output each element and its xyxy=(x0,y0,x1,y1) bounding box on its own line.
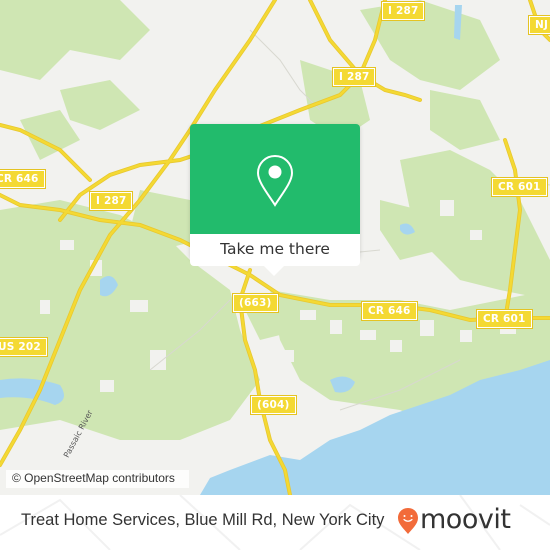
road-label-cr646: CR 646 xyxy=(361,301,418,321)
road-label-663: (663) xyxy=(232,293,279,313)
road-label-i287: I 287 xyxy=(88,191,134,211)
road-label-i287: I 287 xyxy=(331,67,377,87)
road-label-cr601: CR 601 xyxy=(476,309,533,329)
location-popup: Take me there xyxy=(190,124,360,276)
place-title: Treat Home Services, Blue Mill Rd, New Y… xyxy=(21,511,385,529)
road-label-i287: I 287 xyxy=(380,1,426,21)
road-label-us202: US 202 xyxy=(0,337,48,357)
moovit-pin-icon xyxy=(398,508,418,534)
road-label-cr601: CR 601 xyxy=(491,177,548,197)
take-me-there-button[interactable]: Take me there xyxy=(190,234,360,266)
popup-header xyxy=(190,124,360,234)
road-label-cr646: CR 646 xyxy=(0,169,46,189)
map-attribution[interactable]: © OpenStreetMap contributors xyxy=(6,470,189,488)
footer-bar: Treat Home Services, Blue Mill Rd, New Y… xyxy=(0,495,550,550)
popup-pointer xyxy=(264,266,284,276)
road-label-nj: NJ xyxy=(527,15,550,35)
location-pin-icon xyxy=(256,154,294,207)
map-view[interactable]: I 287 I 287 I 287 NJ CR 646 CR 601 CR 60… xyxy=(0,0,550,495)
moovit-wordmark: moovit xyxy=(420,504,511,535)
road-label-604: (604) xyxy=(250,395,297,415)
